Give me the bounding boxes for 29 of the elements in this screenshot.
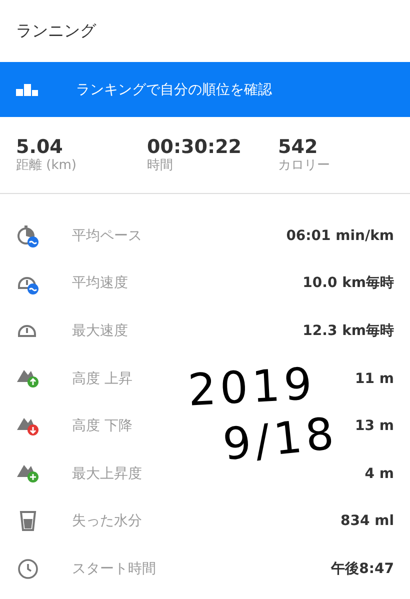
detail-value: 12.3 km毎時 [302, 322, 394, 340]
detail-label: スタート時間 [72, 560, 157, 578]
stat-label: 時間 [147, 158, 174, 174]
pace-icon [16, 224, 40, 248]
detail-value: 10.0 km毎時 [302, 274, 394, 292]
stat-label: 距離 (km) [16, 158, 78, 174]
stat-value: 00:30:22 [147, 136, 243, 158]
detail-value: 午後8:47 [331, 560, 394, 578]
mountain-down-icon [16, 416, 40, 436]
detail-label: 最大上昇度 [72, 464, 143, 483]
detail-value: 13 m [355, 418, 394, 434]
stat-value: 5.04 [16, 136, 64, 158]
detail-label: 平均ペース [72, 226, 143, 245]
detail-value: 4 m [364, 466, 394, 482]
detail-value: 11 m [355, 370, 394, 387]
detail-value: 834 ml [340, 513, 394, 530]
stat-value: 542 [278, 136, 319, 158]
detail-label: 平均速度 [72, 274, 129, 292]
banner-text: ランキングで自分の順位を確認 [76, 80, 272, 98]
mountain-up-icon [16, 369, 40, 388]
stat-label: カロリー [278, 158, 331, 174]
page-title: ランニング [16, 20, 96, 42]
ranking-banner[interactable]: ランキングで自分の順位を確認 [0, 62, 410, 117]
detail-value: 06:01 min/km [286, 228, 394, 244]
mountain-plus-icon [16, 464, 40, 484]
podium-icon [16, 84, 38, 96]
clock-icon [16, 556, 40, 581]
detail-label: 失った水分 [72, 512, 143, 530]
detail-label: 最大速度 [72, 322, 129, 340]
